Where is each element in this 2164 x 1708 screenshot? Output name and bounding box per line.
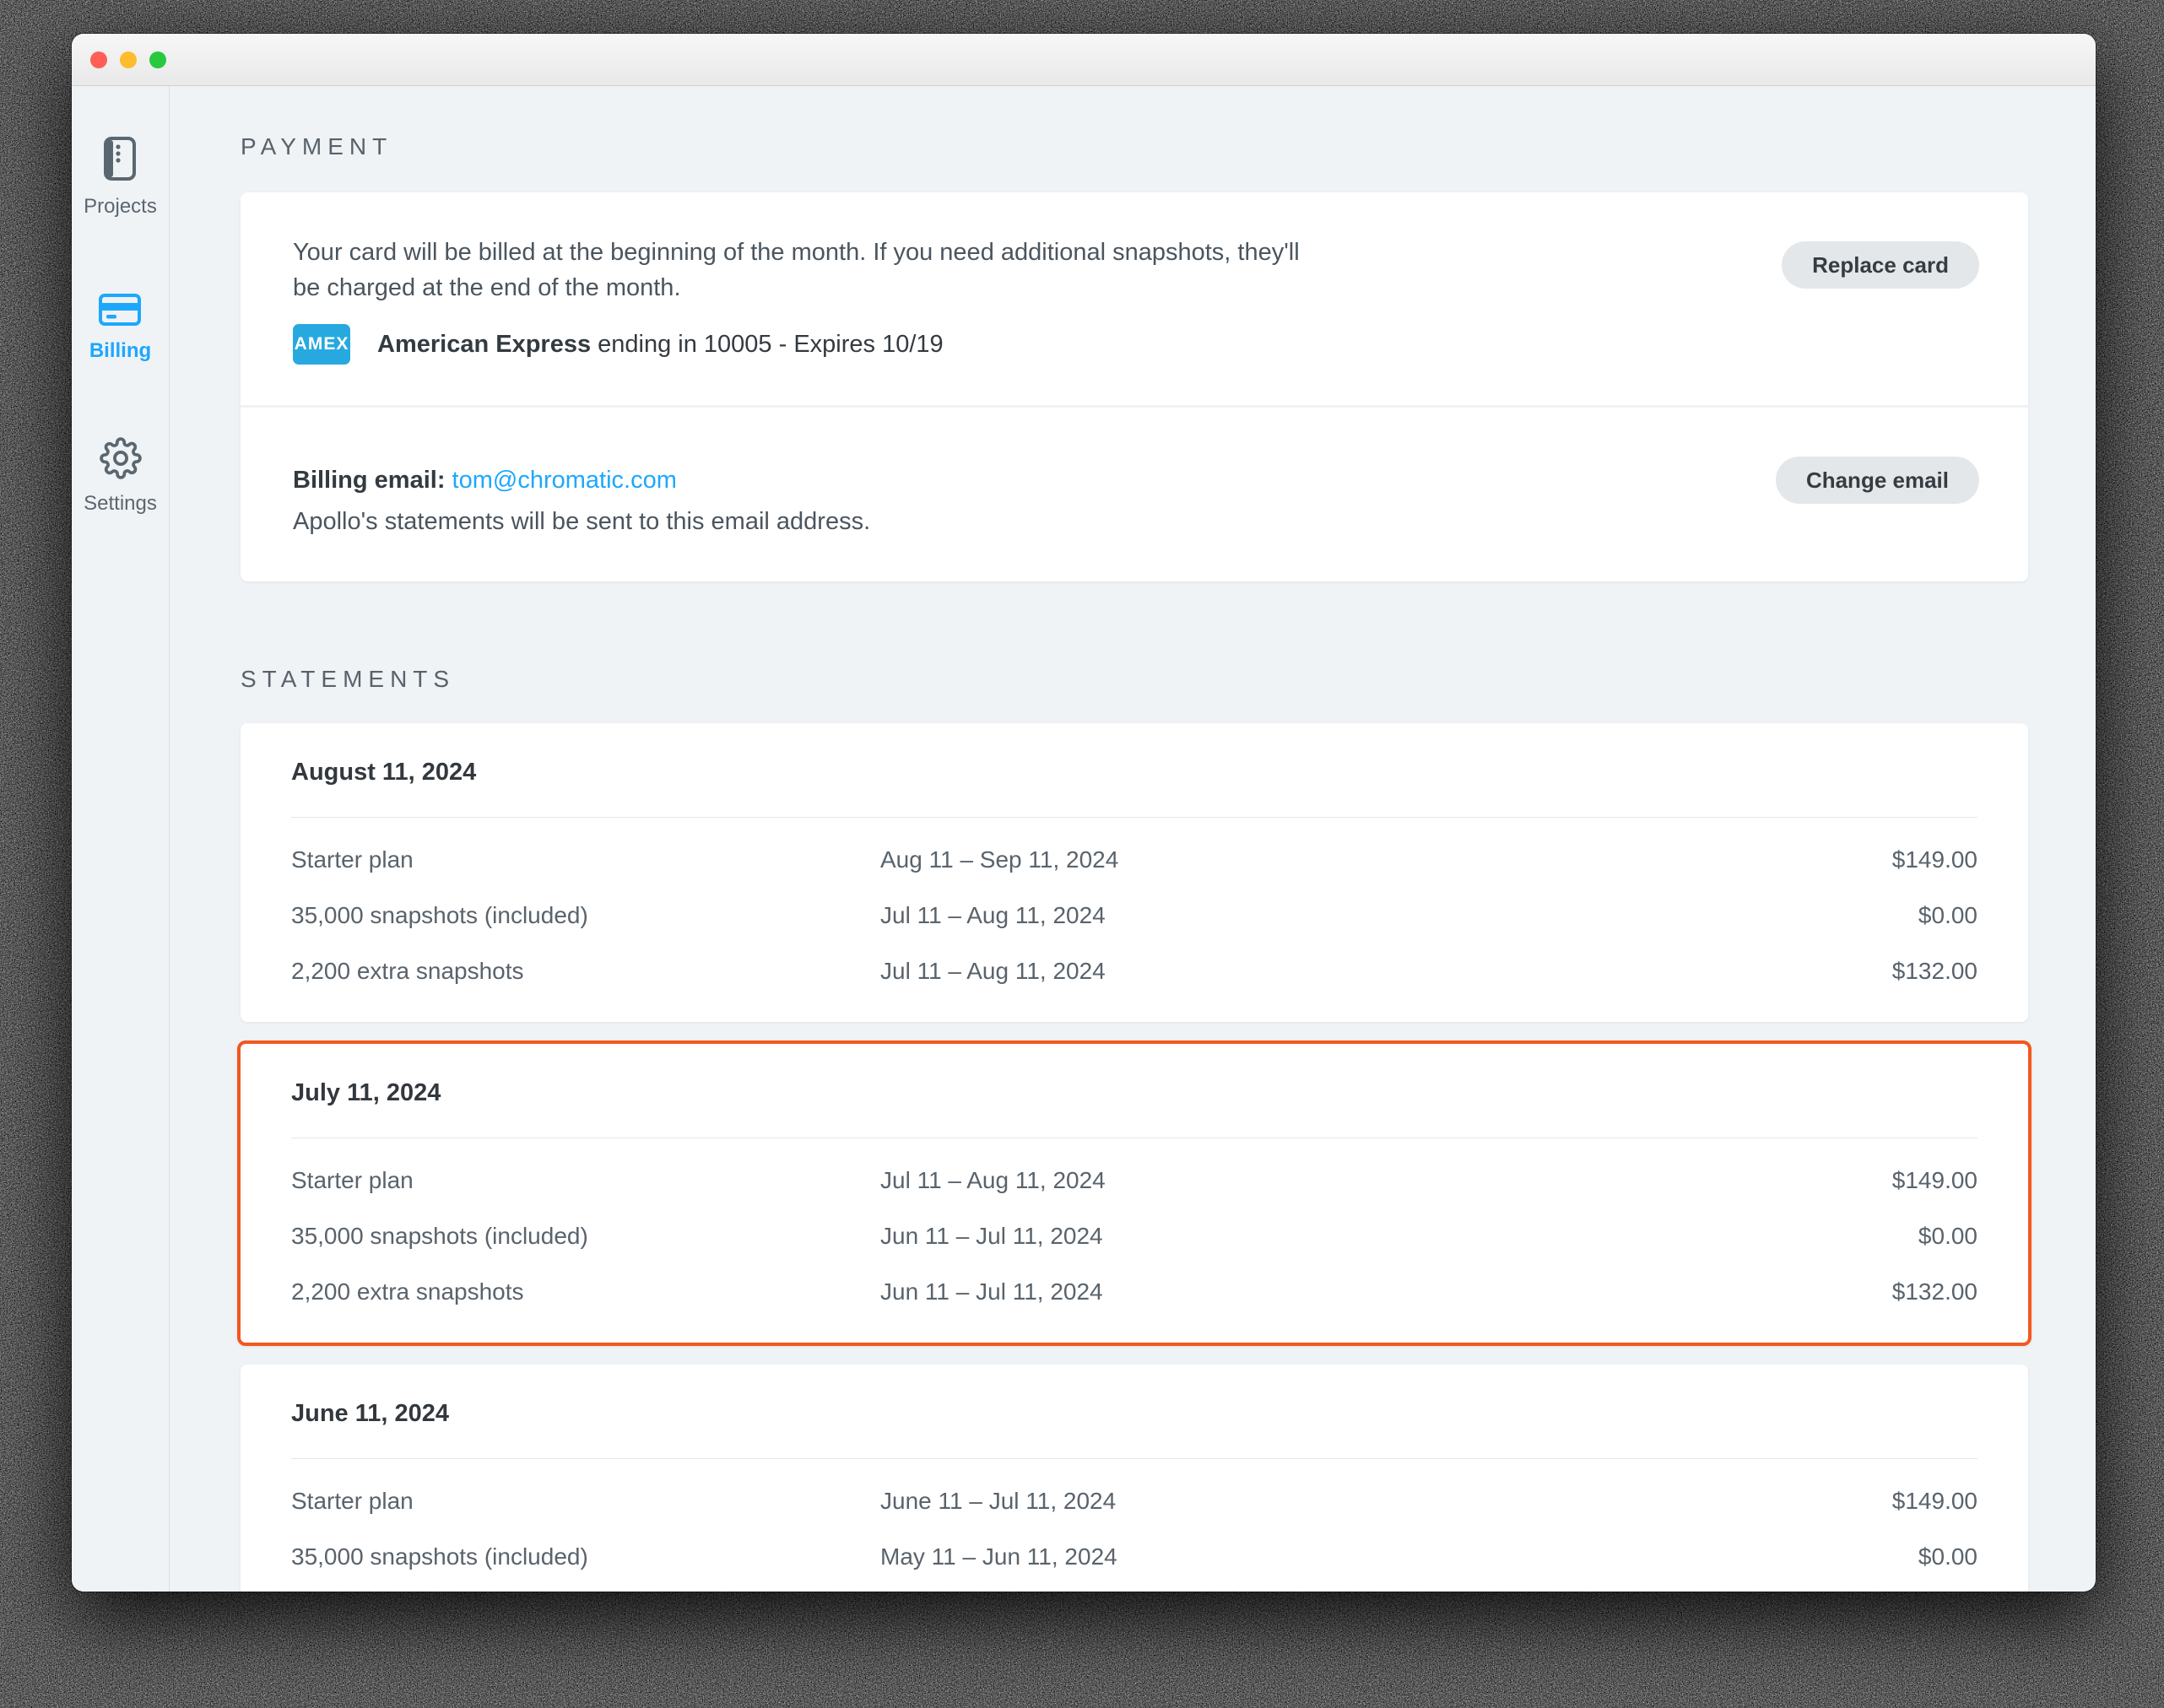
close-button[interactable] xyxy=(90,51,107,68)
payment-card: Your card will be billed at the beginnin… xyxy=(241,192,2028,581)
statement-amount: $132.00 xyxy=(1892,1278,1977,1305)
statement-row: 35,000 snapshots (included)Jun 11 – Jul … xyxy=(291,1223,1977,1250)
statement-card[interactable]: July 11, 2024 Starter planJul 11 – Aug 11… xyxy=(237,1040,2031,1346)
sidebar-item-projects[interactable]: Projects xyxy=(84,135,157,219)
sidebar-item-label: Settings xyxy=(84,492,157,516)
statement-line-item: Starter plan xyxy=(291,846,880,873)
billing-email-section: Billing email: tom@chromatic.com Apollo'… xyxy=(241,408,2028,581)
projects-icon xyxy=(100,135,140,186)
statement-row: 2,200 extra snapshotsJun 11 – Jul 11, 20… xyxy=(291,1278,1977,1305)
statement-card[interactable]: August 11, 2024 Starter planAug 11 – Sep … xyxy=(241,723,2028,1022)
statements-list: August 11, 2024Starter planAug 11 – Sep … xyxy=(241,723,2028,1592)
statement-row: Starter planJul 11 – Aug 11, 2024$149.00 xyxy=(291,1167,1977,1194)
amex-card-icon: AMEX xyxy=(293,324,350,365)
statement-amount: $0.00 xyxy=(1918,1543,1977,1570)
statement-amount: $149.00 xyxy=(1892,1488,1977,1515)
payment-section-title: PAYMENT xyxy=(241,133,2028,160)
statement-line-item: 2,200 extra snapshots xyxy=(291,958,880,985)
statement-period: Jul 11 – Aug 11, 2024 xyxy=(880,958,1892,985)
sidebar-item-billing[interactable]: Billing xyxy=(89,293,151,363)
statement-period: Jun 11 – Jul 11, 2024 xyxy=(880,1223,1918,1250)
billing-email-row: Billing email: tom@chromatic.com xyxy=(293,467,1976,495)
statement-line-item: Starter plan xyxy=(291,1167,880,1194)
billing-icon xyxy=(98,293,142,331)
statement-period: June 11 – Jul 11, 2024 xyxy=(880,1488,1892,1515)
change-email-button[interactable]: Change email xyxy=(1776,457,1979,504)
settings-icon xyxy=(100,437,142,484)
statement-period: Jul 11 – Aug 11, 2024 xyxy=(880,902,1918,929)
card-on-file-section: Your card will be billed at the beginnin… xyxy=(241,192,2028,405)
statement-amount: $149.00 xyxy=(1892,846,1977,873)
screenshot-root: { "window": { "traffic_lights": ["close"… xyxy=(0,0,2164,1708)
statement-amount: $149.00 xyxy=(1892,1167,1977,1194)
card-on-file-row: AMEX American Express ending in 10005 - … xyxy=(293,324,1976,365)
statement-period: Jul 11 – Aug 11, 2024 xyxy=(880,1167,1892,1194)
statement-period: Aug 11 – Sep 11, 2024 xyxy=(880,846,1892,873)
billing-email-link[interactable]: tom@chromatic.com xyxy=(452,467,677,494)
statement-line-item: 35,000 snapshots (included) xyxy=(291,902,880,929)
billing-email-note: Apollo's statements will be sent to this… xyxy=(293,508,1976,536)
app-window: Projects Billing xyxy=(72,34,2096,1592)
statement-line-item: 35,000 snapshots (included) xyxy=(291,1543,880,1570)
sidebar-item-settings[interactable]: Settings xyxy=(84,437,157,516)
statement-row: Starter planJune 11 – Jul 11, 2024$149.0… xyxy=(291,1488,1977,1515)
card-on-file-text: American Express ending in 10005 - Expir… xyxy=(377,331,944,359)
statement-date: July 11, 2024 xyxy=(291,1079,1977,1107)
replace-card-button[interactable]: Replace card xyxy=(1782,241,1979,289)
statement-date: June 11, 2024 xyxy=(291,1400,1977,1428)
statement-amount: $132.00 xyxy=(1892,958,1977,985)
sidebar: Projects Billing xyxy=(72,86,170,1592)
statement-line-item: Starter plan xyxy=(291,1488,880,1515)
statement-row: 35,000 snapshots (included)May 11 – Jun … xyxy=(291,1543,1977,1570)
statement-amount: $0.00 xyxy=(1918,1223,1977,1250)
minimize-button[interactable] xyxy=(120,51,137,68)
sidebar-item-label: Projects xyxy=(84,195,157,219)
window-body: Projects Billing xyxy=(72,86,2096,1592)
statement-period: May 11 – Jun 11, 2024 xyxy=(880,1543,1918,1570)
statement-row: 2,200 extra snapshotsJul 11 – Aug 11, 20… xyxy=(291,958,1977,985)
main-content: PAYMENT Your card will be billed at the … xyxy=(170,86,2096,1592)
window-titlebar xyxy=(72,34,2096,86)
statement-amount: $0.00 xyxy=(1918,902,1977,929)
statements-section-title: STATEMENTS xyxy=(241,666,2028,693)
statement-row: Starter planAug 11 – Sep 11, 2024$149.00 xyxy=(291,846,1977,873)
statement-date: August 11, 2024 xyxy=(291,759,1977,786)
sidebar-item-label: Billing xyxy=(89,339,151,363)
statement-card[interactable]: June 11, 2024 Starter planJune 11 – Jul 1… xyxy=(241,1365,2028,1592)
divider xyxy=(291,1458,1977,1459)
zoom-button[interactable] xyxy=(149,51,166,68)
statement-row: 35,000 snapshots (included)Jul 11 – Aug … xyxy=(291,902,1977,929)
billing-note: Your card will be billed at the beginnin… xyxy=(293,235,1976,305)
statement-line-item: 2,200 extra snapshots xyxy=(291,1278,880,1305)
statement-period: Jun 11 – Jul 11, 2024 xyxy=(880,1278,1892,1305)
statement-line-item: 35,000 snapshots (included) xyxy=(291,1223,880,1250)
divider xyxy=(291,817,1977,818)
